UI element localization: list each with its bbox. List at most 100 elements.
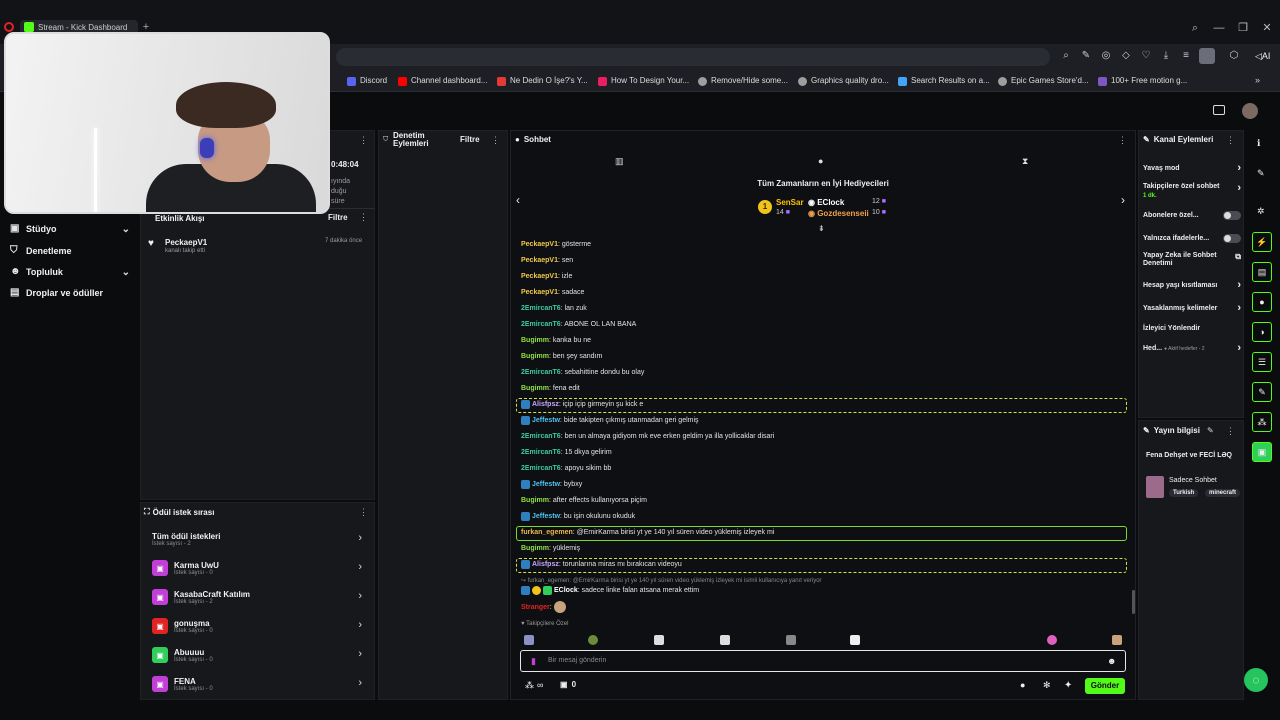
chevron-right-icon[interactable]: ›: [1121, 193, 1125, 207]
chat-username[interactable]: PeckaepV1: [521, 273, 558, 280]
heart-icon[interactable]: ♡: [1139, 49, 1153, 63]
maximize-icon[interactable]: ❐: [1235, 20, 1251, 36]
menu-icon[interactable]: ≡: [1179, 49, 1193, 63]
wallet-icon[interactable]: [1213, 105, 1225, 115]
reward-item-all[interactable]: Tüm ödül istekleri İstek sayısı - 2 ›: [152, 527, 366, 551]
chat-username[interactable]: Bugimm: [521, 497, 549, 504]
dock-share-icon[interactable]: ⁂: [1252, 412, 1272, 432]
chat-username[interactable]: Jeffestw: [532, 513, 560, 520]
subscribers-only-row[interactable]: Abonelere özel...: [1143, 207, 1241, 223]
moderation-filter-button[interactable]: Filtre: [460, 135, 480, 144]
bookmark-discord[interactable]: Discord: [347, 75, 387, 87]
activity-menu-icon[interactable]: ⋮: [359, 135, 368, 146]
chat-username[interactable]: PeckaepV1: [521, 289, 558, 296]
tag-badge[interactable]: Turkish: [1169, 489, 1199, 497]
emote-icon[interactable]: [588, 635, 598, 645]
emotes-only-row[interactable]: Yalnızca ifadelerle...: [1143, 230, 1241, 246]
search-icon[interactable]: ⌕: [1059, 49, 1073, 63]
collapse-icon[interactable]: ⇟: [818, 224, 825, 233]
dock-wrench-icon[interactable]: ✎: [1252, 382, 1272, 402]
close-window-icon[interactable]: ✕: [1259, 20, 1275, 36]
chat-message-input[interactable]: [520, 650, 1126, 672]
activity-filter-button[interactable]: Filtre: [328, 213, 348, 222]
reward-item[interactable]: ▣ Abuuuu İstek sayısı - 0 ›: [152, 643, 366, 667]
chat-bubble-icon[interactable]: ●: [818, 156, 823, 166]
tag-badge[interactable]: minecraft: [1205, 489, 1240, 497]
followers-only-row[interactable]: Takipçilere özel sohbet 1 dk. ›: [1143, 182, 1241, 202]
reward-item[interactable]: ▣ FENA İstek sayısı - 0 ›: [152, 672, 366, 696]
camera-icon[interactable]: ◎: [1099, 49, 1113, 63]
support-chat-button[interactable]: ◌: [1244, 668, 1268, 692]
chat-username[interactable]: Bugimm: [521, 337, 549, 344]
nav-drops-rewards[interactable]: ▤ Droplar ve ödüller: [10, 285, 130, 301]
reward-item[interactable]: ▣ KasabaCraft Katılım İstek sayısı - 2 ›: [152, 585, 366, 609]
dock-chat-icon[interactable]: ●: [1252, 292, 1272, 312]
reward-queue-menu-icon[interactable]: ⋮: [359, 507, 368, 518]
chevron-left-icon[interactable]: ‹: [516, 193, 520, 207]
bookmark-search-results[interactable]: Search Results on a...: [898, 75, 990, 87]
chat-username[interactable]: Alisfpsz: [532, 401, 559, 408]
moderation-menu-icon[interactable]: ⋮: [491, 135, 500, 146]
bookmarks-overflow-icon[interactable]: »: [1255, 75, 1260, 85]
chat-username[interactable]: Jeffestw: [532, 417, 560, 424]
edit-icon[interactable]: ✎: [1079, 49, 1093, 63]
account-age-row[interactable]: Hesap yaşı kısıtlaması ›: [1143, 277, 1241, 293]
bookmark-graphics[interactable]: Graphics quality dro...: [798, 75, 889, 87]
chat-scrollbar[interactable]: [1132, 590, 1135, 614]
dock-app-icon[interactable]: ▣: [1252, 442, 1272, 462]
user-avatar[interactable]: [1242, 103, 1258, 119]
opera-logo-icon[interactable]: [4, 22, 14, 32]
ai-moderation-row[interactable]: Yapay Zeka ile Sohbet Denetimi ⧉: [1143, 252, 1241, 272]
profile-avatar[interactable]: [1199, 48, 1215, 64]
emote-icon[interactable]: [786, 635, 796, 645]
gear-icon[interactable]: ✻: [1043, 680, 1051, 691]
emote-icon[interactable]: [1112, 635, 1122, 645]
chat-username[interactable]: Jeffestw: [532, 481, 560, 488]
channel-actions-menu-icon[interactable]: ⋮: [1226, 135, 1235, 146]
bookmark-remove-hide[interactable]: Remove/Hide some...: [698, 75, 788, 87]
chat-username[interactable]: 2EmircanT6: [521, 433, 561, 440]
nav-community[interactable]: ☻ Topluluk ⌄: [10, 264, 130, 280]
gifter-name[interactable]: ◉ Gozdesenseii: [808, 209, 869, 218]
activity-feed-menu-icon[interactable]: ⋮: [359, 212, 368, 223]
chat-username[interactable]: Bugimm: [521, 545, 549, 552]
minimize-icon[interactable]: —: [1211, 20, 1227, 36]
bookmark-ne-dedin[interactable]: Ne Dedin O İşe?'s Y...: [497, 75, 588, 87]
emote-icon[interactable]: [720, 635, 730, 645]
chat-settings-icon[interactable]: ●: [1020, 680, 1025, 690]
chat-username[interactable]: 2EmircanT6: [521, 321, 561, 328]
chat-username[interactable]: PeckaepV1: [521, 257, 558, 264]
bookmark-design[interactable]: How To Design Your...: [598, 75, 689, 87]
goals-row[interactable]: Hed... ● Aktif hedefler - 2 ›: [1143, 340, 1241, 356]
nav-moderation[interactable]: ⛉ Denetleme: [10, 243, 130, 259]
chat-username[interactable]: 2EmircanT6: [521, 305, 561, 312]
chat-username[interactable]: 2EmircanT6: [521, 369, 561, 376]
chat-username[interactable]: Bugimm: [521, 353, 549, 360]
send-button[interactable]: Gönder: [1085, 678, 1125, 694]
reward-item[interactable]: ▣ Karma UwU İstek sayısı - 0 ›: [152, 556, 366, 580]
dock-audio-icon[interactable]: ◑: [1252, 322, 1272, 342]
emote-icon[interactable]: [1047, 635, 1057, 645]
chat-username[interactable]: 2EmircanT6: [521, 449, 561, 456]
dock-stack-icon[interactable]: ▤: [1252, 262, 1272, 282]
chat-username[interactable]: Bugimm: [521, 385, 549, 392]
chat-username[interactable]: PeckaepV1: [521, 241, 558, 248]
stream-info-menu-icon[interactable]: ⋮: [1226, 426, 1235, 437]
chat-username[interactable]: Alisfpsz: [532, 561, 559, 568]
subscribers-only-toggle[interactable]: [1223, 210, 1241, 220]
gifter-name[interactable]: ◉ EClock: [808, 198, 844, 207]
extension-icon[interactable]: ⬡: [1227, 49, 1241, 63]
url-field[interactable]: [336, 48, 1050, 66]
bookmark-epic-games[interactable]: Epic Games Store'd...: [998, 75, 1089, 87]
banned-words-row[interactable]: Yasaklanmış kelimeler ›: [1143, 300, 1241, 316]
emotes-only-toggle[interactable]: [1223, 233, 1241, 243]
hourglass-icon[interactable]: ⧗: [1022, 156, 1028, 167]
trash-icon[interactable]: ▥: [615, 156, 624, 167]
raid-row[interactable]: İzleyici Yönlendir: [1143, 320, 1241, 336]
emote-icon[interactable]: [654, 635, 664, 645]
emote-icon[interactable]: [850, 635, 860, 645]
points-indicator[interactable]: ⁂ ∞: [525, 680, 543, 691]
gift-counter[interactable]: ▣ 0: [560, 680, 576, 689]
ai-button[interactable]: ◁AI: [1255, 49, 1270, 63]
chat-username[interactable]: furkan_egemen: [521, 529, 573, 536]
